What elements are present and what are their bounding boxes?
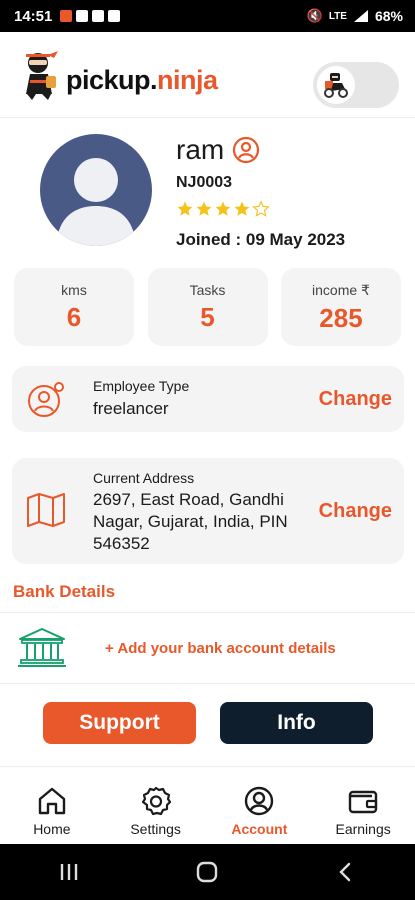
add-bank-account-row[interactable]: + Add your bank account details [0, 612, 415, 684]
profile-edit-icon[interactable] [232, 136, 260, 164]
nav-label: Home [33, 821, 71, 837]
address-title: Current Address [93, 470, 195, 486]
app-header: pickup.ninja [0, 32, 415, 118]
employee-type-value: freelancer [93, 399, 169, 418]
add-bank-account-link[interactable]: + Add your bank account details [105, 640, 336, 657]
employee-type-title: Employee Type [93, 378, 190, 394]
joined-date: Joined : 09 May 2023 [176, 230, 346, 249]
nav-home[interactable]: Home [0, 767, 104, 844]
change-address-button[interactable]: Change [319, 500, 392, 523]
account-icon [245, 786, 274, 816]
default-avatar-icon [56, 158, 136, 246]
notification-icon [92, 10, 105, 22]
stat-value: 285 [319, 303, 363, 333]
system-navigation-bar [0, 844, 415, 900]
address-line-2: Nagar, Gujarat, India, PIN [93, 512, 288, 531]
brand-name: pickup.ninja [66, 65, 218, 95]
signal-icon [353, 10, 368, 22]
nav-earnings[interactable]: Earnings [311, 767, 415, 844]
status-bar: 14:51 🔇 LTE 68% [0, 0, 415, 32]
network-label: LTE [328, 10, 347, 22]
home-icon [38, 787, 66, 815]
wallet-icon [348, 790, 378, 814]
stat-card-income: income ₹ 285 [281, 268, 401, 346]
gear-icon [141, 786, 171, 816]
back-icon[interactable] [335, 861, 357, 883]
nav-label: Earnings [335, 821, 391, 837]
profile-name-row: ram [176, 134, 260, 166]
star-outline-icon [252, 200, 270, 217]
home-button-icon[interactable] [196, 861, 218, 883]
delivery-rider-icon [324, 73, 348, 98]
partner-id: NJ0003 [176, 174, 233, 191]
star-icon [234, 201, 250, 216]
address-line-3: 546352 [93, 534, 150, 553]
rating-stars [176, 200, 270, 218]
bottom-navigation: Home Settings Account Earnings [0, 766, 415, 844]
avatar[interactable] [40, 134, 152, 246]
star-icon [177, 201, 193, 216]
nav-settings[interactable]: Settings [104, 767, 208, 844]
stat-label: income ₹ [312, 282, 370, 298]
stats-row: kms 6 Tasks 5 income ₹ 285 [14, 268, 401, 346]
notification-icon [76, 10, 89, 22]
star-icon [196, 201, 212, 216]
nav-label: Account [231, 821, 288, 837]
status-time: 14:51 [14, 7, 53, 25]
stat-label: Tasks [189, 282, 226, 298]
star-icon [215, 201, 231, 216]
bank-icon [18, 628, 66, 667]
recent-apps-icon[interactable] [58, 862, 80, 882]
brand-logo: pickup.ninja [18, 50, 218, 100]
employee-settings-icon [28, 382, 64, 417]
stat-label: kms [61, 282, 87, 298]
map-icon [27, 493, 65, 527]
battery-level: 68% [374, 8, 403, 24]
stat-value: 6 [66, 302, 82, 332]
stat-value: 5 [200, 302, 215, 332]
nav-account[interactable]: Account [208, 767, 312, 844]
profile-name: ram [176, 134, 225, 165]
support-button[interactable]: Support [43, 702, 196, 744]
notification-icon [108, 10, 121, 22]
change-employee-type-button[interactable]: Change [319, 388, 392, 411]
address-line-1: 2697, East Road, Gandhi [93, 490, 284, 509]
ninja-logo-icon [26, 51, 58, 100]
availability-toggle[interactable] [313, 62, 399, 108]
employee-type-card: Employee Type freelancer Change [12, 366, 404, 432]
stat-card-kms: kms 6 [14, 268, 134, 346]
address-card: Current Address 2697, East Road, Gandhi … [12, 458, 404, 564]
stat-card-tasks: Tasks 5 [147, 268, 268, 346]
mute-icon: 🔇 [306, 8, 323, 23]
nav-label: Settings [130, 821, 181, 837]
toggle-knob [317, 66, 355, 104]
bank-details-heading: Bank Details [13, 582, 116, 601]
profile-section: ram NJ0003 Joined : 09 May 2023 [0, 130, 415, 258]
notification-icon [60, 10, 73, 22]
info-button[interactable]: Info [220, 702, 373, 744]
